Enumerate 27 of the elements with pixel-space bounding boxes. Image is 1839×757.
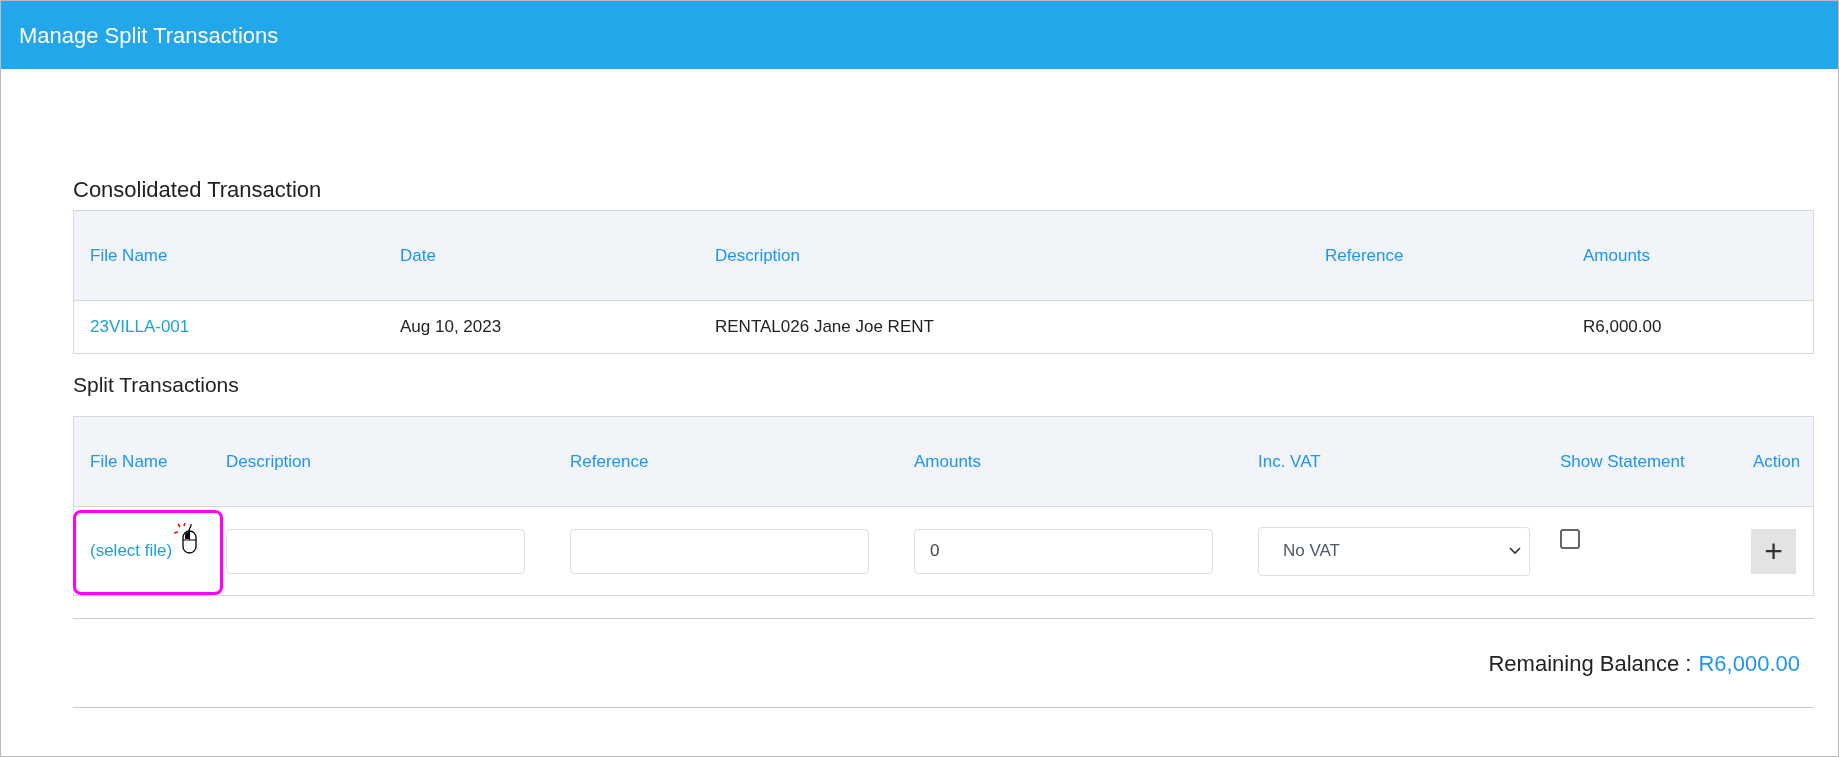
balance-amount: R6,000.00 — [1698, 649, 1800, 678]
checkbox[interactable] — [1560, 529, 1580, 549]
chevron-down-icon — [1509, 547, 1521, 555]
table-cell: Aug 10, 2023 — [400, 317, 502, 337]
column-header: Inc. VAT — [1258, 451, 1321, 471]
column-header: File Name — [90, 245, 168, 265]
column-header: Amounts — [914, 451, 982, 471]
section-heading: Split Transactions — [73, 372, 239, 399]
column-header: Reference — [1325, 245, 1404, 265]
vat-dropdown[interactable]: No VAT — [1258, 526, 1530, 576]
reference-field[interactable] — [570, 528, 869, 574]
balance-label: Remaining Balance : — [1488, 649, 1692, 678]
add-button[interactable]: + — [1751, 528, 1796, 574]
column-header: Description — [226, 451, 312, 471]
column-header: Date — [400, 245, 436, 265]
column-header: Amounts — [1583, 245, 1651, 265]
column-header: Action — [1753, 451, 1801, 471]
table-cell: RENTAL026 Jane Joe RENT — [715, 317, 934, 337]
column-header: File Name — [90, 451, 168, 471]
window-title: Manage Split Transactions — [19, 21, 279, 50]
table-cell: R6,000.00 — [1583, 317, 1662, 337]
column-header: Show Statement — [1560, 451, 1685, 471]
section-heading: Consolidated Transaction — [73, 179, 322, 201]
column-header: Description — [715, 245, 801, 265]
amount-field[interactable]: 0 — [914, 528, 1213, 574]
description-field[interactable] — [226, 528, 525, 574]
column-header: Reference — [570, 451, 649, 471]
